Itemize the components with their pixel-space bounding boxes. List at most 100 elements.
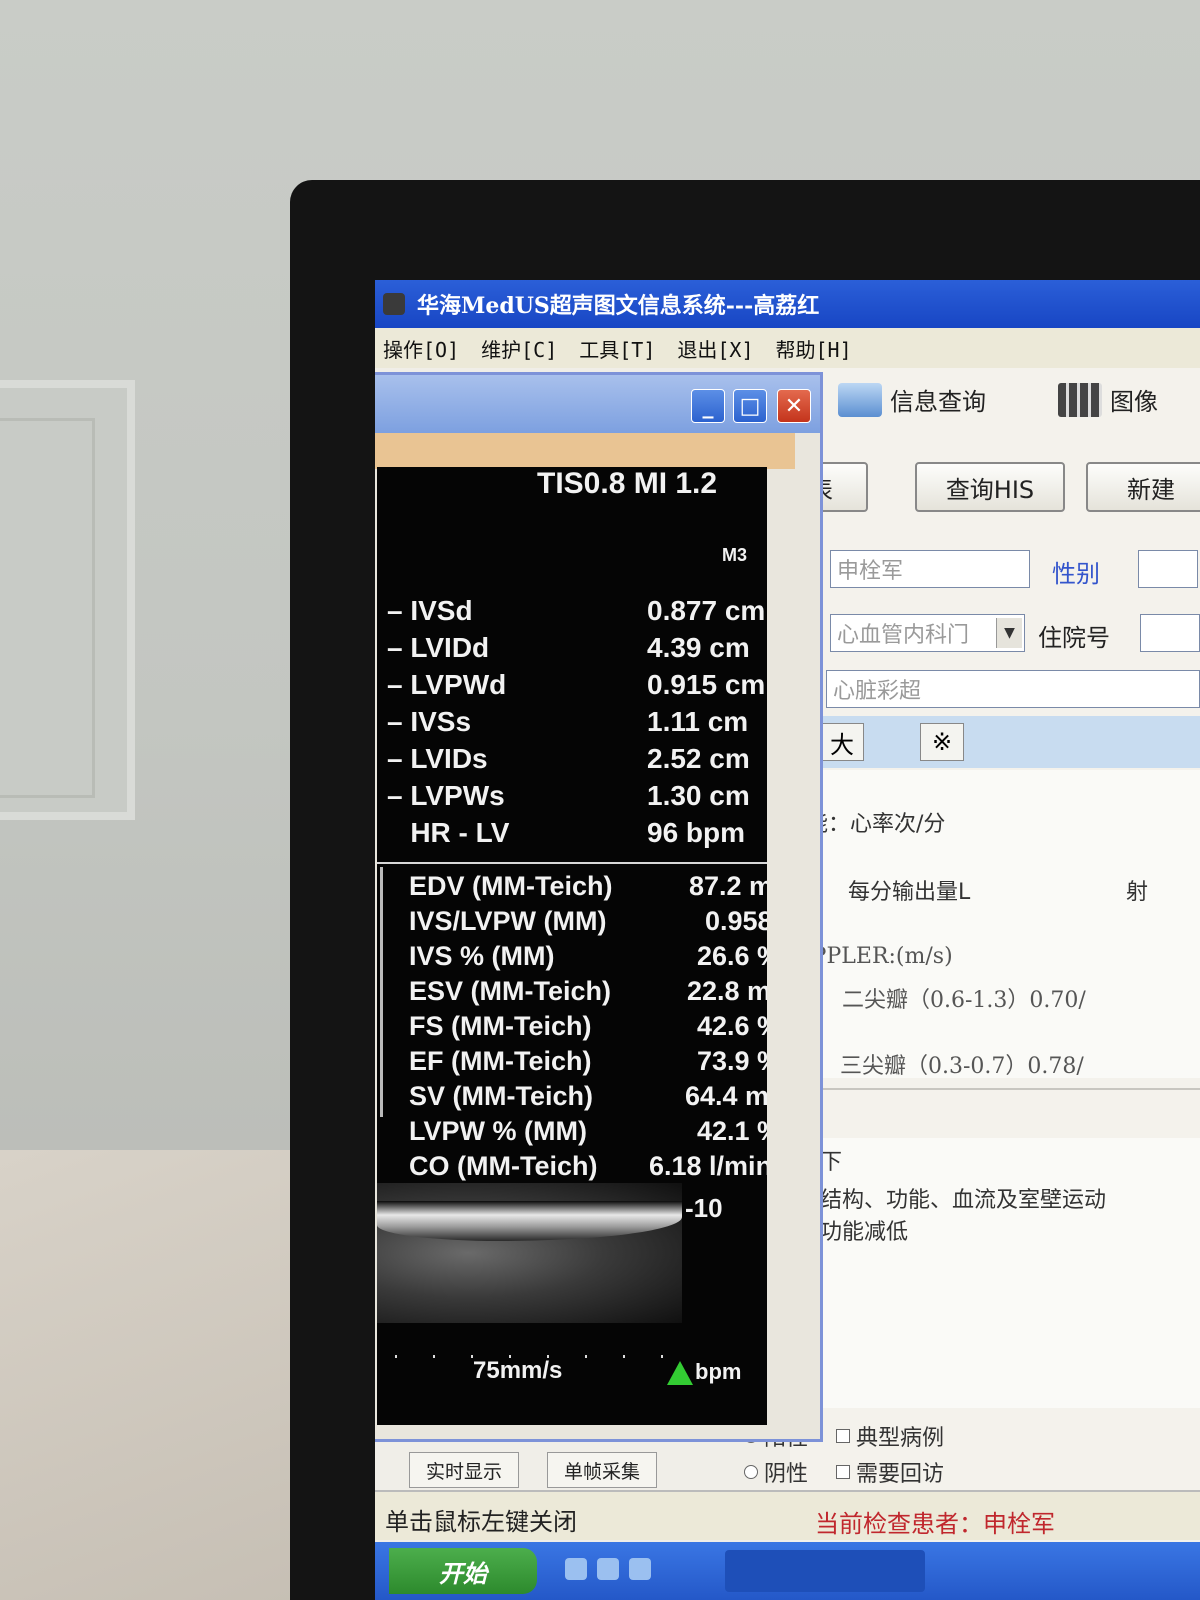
measurement-value: 0.877 cm [647, 595, 766, 626]
taskbar-app-item[interactable] [725, 1550, 925, 1592]
ultrasound-image[interactable]: TIS0.8 MI 1.2 M3 – IVSd 0.877 cm – LVIDd… [377, 467, 767, 1425]
conclusion-line-2: 心内结构、功能、血流及室壁运动 [776, 1188, 1107, 1213]
triangle-marker-icon [667, 1361, 693, 1385]
menu-exit[interactable]: 退出[X] [677, 334, 753, 363]
image-button[interactable]: 图像 [1058, 382, 1158, 417]
measurement-value: 96 bpm [647, 817, 746, 848]
current-patient-status: 当前检查患者：申栓军 [815, 1510, 1055, 1538]
calculation-row: IVS/LVPW (MM) 0.958 [377, 906, 767, 941]
single-frame-button[interactable]: 单帧采集 [547, 1452, 657, 1488]
calculation-row: EDV (MM-Teich) 87.2 ml [377, 871, 767, 906]
desk-surface [0, 1150, 320, 1600]
measurement-label: – IVSd [387, 595, 473, 626]
new-button[interactable]: 新建 [1086, 462, 1200, 512]
gender-label: 性别 [1052, 560, 1100, 588]
calculation-row: ESV (MM-Teich) 22.8 ml [377, 976, 767, 1011]
measurement-label: – LVPWs [387, 780, 505, 811]
info-query-button[interactable]: 信息查询 [838, 382, 986, 417]
measurement-value: 2.52 cm [647, 743, 750, 774]
menu-help[interactable]: 帮助[H] [776, 334, 852, 363]
report-pane: 信息查询 图像 列表 查询HIS 新建 名 申栓军 性别 室 心血管内科门 ▼ … [744, 368, 1200, 1600]
query-his-button[interactable]: 查询HIS [915, 462, 1065, 512]
depth-marker: -10 [685, 1193, 723, 1223]
calculation-row: CO (MM-Teich) 6.18 l/min [377, 1151, 767, 1186]
followup-label: 需要回访 [856, 1462, 945, 1487]
measurement-row: – LVPWs 1.30 cm [377, 780, 767, 816]
measurement-row: – LVIDd 4.39 cm [377, 632, 767, 668]
calculation-row: FS (MM-Teich) 42.6 % [377, 1011, 767, 1046]
dept-select[interactable]: 心血管内科门 ▼ [830, 614, 1025, 652]
measurement-divider [377, 862, 767, 864]
special-char-button[interactable]: ※ [920, 723, 964, 761]
calculation-row: IVS % (MM) 26.6 % [377, 941, 767, 976]
calculation-label: IVS/LVPW (MM) [409, 906, 607, 936]
chevron-down-icon[interactable]: ▼ [996, 618, 1022, 648]
typical-case-label: 典型病例 [856, 1426, 945, 1451]
calculation-label: EDV (MM-Teich) [409, 871, 613, 901]
measurement-label: HR - LV [387, 817, 510, 848]
monitor-screen: 华海MedUS超声图文信息系统---高荔红 操作[O] 维护[C] 工具[T] … [375, 280, 1200, 1600]
browser-icon[interactable] [565, 1558, 587, 1580]
maximize-icon[interactable]: □ [733, 389, 767, 423]
calculation-label: ESV (MM-Teich) [409, 976, 611, 1006]
calculation-row: SV (MM-Teich) 64.4 ml [377, 1081, 767, 1116]
name-field[interactable]: 申栓军 [830, 550, 1030, 588]
calculation-value: 6.18 l/min [649, 1151, 767, 1181]
inpatient-field[interactable] [1140, 614, 1200, 652]
findings-mitral-line: 二尖瓣（0.6-1.3）0.70/ [842, 988, 1086, 1013]
measurement-value: 1.30 cm [647, 780, 750, 811]
measurement-label: – IVSs [387, 706, 472, 737]
image-label: 图像 [1110, 388, 1158, 416]
wall-picture-frame [0, 380, 135, 820]
menu-bar: 操作[O] 维护[C] 工具[T] 退出[X] 帮助[H] [375, 328, 1200, 368]
followup-checkbox[interactable]: 需要回访 [836, 1456, 944, 1488]
measurement-label: – LVPWd [387, 669, 507, 700]
calculation-label: EF (MM-Teich) [409, 1046, 592, 1076]
minimize-icon[interactable]: _ [691, 389, 725, 423]
calculation-label: CO (MM-Teich) [409, 1151, 598, 1181]
frame-inner [0, 418, 95, 798]
calculation-label: IVS % (MM) [409, 941, 555, 971]
calculation-value: 64.4 ml [685, 1081, 767, 1111]
findings-output-line: 每分输出量L [848, 880, 971, 905]
conclusion-area[interactable] [790, 1138, 1200, 1408]
gender-field[interactable] [1138, 550, 1198, 588]
calculation-value: 73.9 % [697, 1046, 767, 1076]
negative-radio[interactable]: 阴性 [744, 1456, 808, 1488]
menu-operate[interactable]: 操作[O] [383, 334, 459, 363]
calculation-label: FS (MM-Teich) [409, 1011, 592, 1041]
app-icon [383, 293, 405, 315]
measurement-value: 4.39 cm [647, 632, 750, 663]
findings-tricuspid-line: 三尖瓣（0.3-0.7）0.78/ [840, 1054, 1084, 1079]
bpm-label: bpm [695, 1359, 742, 1384]
dept-value: 心血管内科门 [837, 623, 970, 648]
measurement-row: – IVSd 0.877 cm [377, 595, 767, 631]
quick-launch [565, 1558, 705, 1584]
typical-case-checkbox[interactable]: 典型病例 [836, 1420, 944, 1452]
calculation-value: 42.6 % [697, 1011, 767, 1041]
app-titlebar[interactable]: 华海MedUS超声图文信息系统---高荔红 [375, 280, 1200, 328]
measurement-value: 0.915 cm [647, 669, 766, 700]
menu-maintain[interactable]: 维护[C] [481, 334, 557, 363]
taskbar: 开始 [375, 1542, 1200, 1600]
media-icon[interactable] [629, 1558, 651, 1580]
image-grid-icon [1058, 382, 1102, 417]
measurement-row: – LVIDs 2.52 cm [377, 743, 767, 779]
calculation-value: 22.8 ml [687, 976, 767, 1006]
calculation-row: LVPW % (MM) 42.1 % [377, 1116, 767, 1151]
calculation-value: 42.1 % [697, 1116, 767, 1146]
m-mode-echo-band [377, 1201, 682, 1241]
menu-tools[interactable]: 工具[T] [579, 334, 655, 363]
start-button[interactable]: 开始 [389, 1548, 537, 1594]
desktop-icon[interactable] [597, 1558, 619, 1580]
negative-label: 阴性 [764, 1462, 809, 1487]
calculation-value: 87.2 ml [689, 871, 767, 901]
realtime-display-button[interactable]: 实时显示 [409, 1452, 519, 1488]
status-hint: 单击鼠标左键关闭 [385, 1508, 577, 1536]
part-field[interactable]: 心脏彩超 [826, 670, 1200, 708]
ultrasound-titlebar[interactable]: _ □ ✕ [375, 375, 820, 433]
mode-indicator: M3 [722, 545, 748, 565]
font-large-button[interactable]: 大 [820, 723, 864, 761]
close-icon[interactable]: ✕ [777, 389, 811, 423]
measurement-row: – LVPWd 0.915 cm [377, 669, 767, 705]
